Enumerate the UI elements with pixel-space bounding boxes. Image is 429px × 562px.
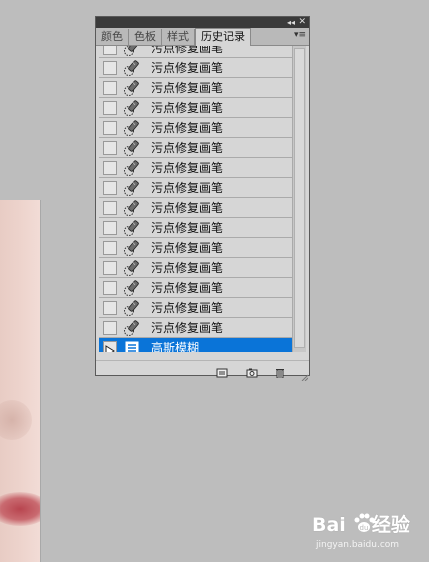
tab-swatches[interactable]: 色板 [129,29,162,45]
history-state-row[interactable]: 污点修复画笔 [99,58,293,78]
history-rows: 污点修复画笔 污点修复画笔 污点修复画笔 污点修复画笔 污点修复画笔 污点修复画笔 污点修复… [99,46,293,352]
history-state-label: 污点修复画笔 [151,61,224,75]
history-state-row[interactable]: 污点修复画笔 [99,198,293,218]
history-state-row[interactable]: 污点修复画笔 [99,218,293,238]
spot-healing-brush-icon [123,239,141,257]
history-state-row[interactable]: 污点修复画笔 [99,298,293,318]
spot-healing-brush-icon [123,59,141,77]
tab-styles[interactable]: 样式 [162,29,195,45]
spot-healing-brush-icon [123,259,141,277]
history-state-row[interactable]: 污点修复画笔 [99,258,293,278]
new-snapshot-icon[interactable] [246,363,258,378]
history-brush-source-checkbox[interactable] [103,120,117,135]
history-brush-source-checkbox[interactable] [103,300,117,315]
baidu-jingyan-watermark: Bai 经验 du jingyan.baidu.com [312,510,427,556]
history-state-row[interactable]: 污点修复画笔 [99,78,293,98]
history-state-row[interactable]: 污点修复画笔 [99,278,293,298]
paw-logo-icon: du [352,511,376,535]
history-brush-source-checkbox[interactable] [103,280,117,295]
spot-healing-brush-icon [123,139,141,157]
svg-text:du: du [360,524,369,532]
canvas-image-shading [0,400,32,440]
collapse-panel-button[interactable]: ◂◂ [287,17,295,28]
spot-healing-brush-icon [123,79,141,97]
new-document-from-state-icon[interactable] [216,363,228,378]
history-state-label: 污点修复画笔 [151,321,224,335]
history-state-label: 污点修复画笔 [151,261,224,275]
panel-tabs: 颜色 色板 样式 历史记录 ▾≡ [96,28,309,46]
trash-icon[interactable] [274,363,286,379]
filter-icon [123,339,141,352]
tab-color[interactable]: 颜色 [96,29,129,45]
history-state-row[interactable]: 污点修复画笔 [99,318,293,338]
panel-menu-button[interactable]: ▾≡ [294,30,306,40]
history-brush-source-checkbox[interactable] [103,220,117,235]
history-brush-source-checkbox[interactable] [103,260,117,275]
close-panel-button[interactable]: ✕ [298,17,306,28]
spot-healing-brush-icon [123,119,141,137]
panel-bottom-bar [96,360,309,382]
scrollbar-thumb[interactable] [294,48,305,348]
canvas-image-lips [0,492,40,526]
tab-history[interactable]: 历史记录 [195,28,251,46]
scrollbar[interactable] [292,46,306,352]
spot-healing-brush-icon [123,199,141,217]
history-state-row[interactable]: 污点修复画笔 [99,46,293,58]
history-state-row[interactable]: 高斯模糊 [99,338,293,352]
history-brush-source-checkbox[interactable] [103,80,117,95]
history-panel: ◂◂ ✕ 颜色 色板 样式 历史记录 ▾≡ 污点修复画笔 污点修复画笔 污点修复画笔… [95,16,310,382]
history-state-label: 污点修复画笔 [151,161,224,175]
spot-healing-brush-icon [123,299,141,317]
spot-healing-brush-icon [123,46,141,57]
history-state-label: 高斯模糊 [151,341,200,352]
history-state-label: 污点修复画笔 [151,201,224,215]
history-brush-source-checkbox[interactable] [103,200,117,215]
spot-healing-brush-icon [123,99,141,117]
spot-healing-brush-icon [123,319,141,337]
history-brush-source-checkbox[interactable] [103,140,117,155]
spot-healing-brush-icon [123,159,141,177]
history-state-marker-icon[interactable] [103,340,117,352]
history-state-label: 污点修复画笔 [151,141,224,155]
history-state-row[interactable]: 污点修复画笔 [99,98,293,118]
history-state-label: 污点修复画笔 [151,221,224,235]
panel-titlebar[interactable]: ◂◂ ✕ [96,17,309,28]
spot-healing-brush-icon [123,179,141,197]
history-state-label: 污点修复画笔 [151,121,224,135]
history-state-label: 污点修复画笔 [151,301,224,315]
history-state-row[interactable]: 污点修复画笔 [99,118,293,138]
history-state-label: 污点修复画笔 [151,46,224,55]
history-brush-source-checkbox[interactable] [103,60,117,75]
history-state-row[interactable]: 污点修复画笔 [99,138,293,158]
history-list: 污点修复画笔 污点修复画笔 污点修复画笔 污点修复画笔 污点修复画笔 污点修复画笔 污点修复… [96,46,309,352]
history-state-row[interactable]: 污点修复画笔 [99,158,293,178]
history-state-row[interactable]: 污点修复画笔 [99,238,293,258]
spot-healing-brush-icon [123,219,141,237]
history-brush-source-checkbox[interactable] [103,180,117,195]
resize-grip-icon[interactable] [300,366,309,382]
spot-healing-brush-icon [123,279,141,297]
history-state-label: 污点修复画笔 [151,81,224,95]
document-canvas-edge [0,200,41,562]
history-state-label: 污点修复画笔 [151,181,224,195]
history-brush-source-checkbox[interactable] [103,46,117,55]
history-state-label: 污点修复画笔 [151,101,224,115]
history-brush-source-checkbox[interactable] [103,320,117,335]
history-state-label: 污点修复画笔 [151,241,224,255]
watermark-url: jingyan.baidu.com [316,540,400,550]
history-state-label: 污点修复画笔 [151,281,224,295]
history-brush-source-checkbox[interactable] [103,240,117,255]
history-brush-source-checkbox[interactable] [103,100,117,115]
history-state-row[interactable]: 污点修复画笔 [99,178,293,198]
history-brush-source-checkbox[interactable] [103,160,117,175]
